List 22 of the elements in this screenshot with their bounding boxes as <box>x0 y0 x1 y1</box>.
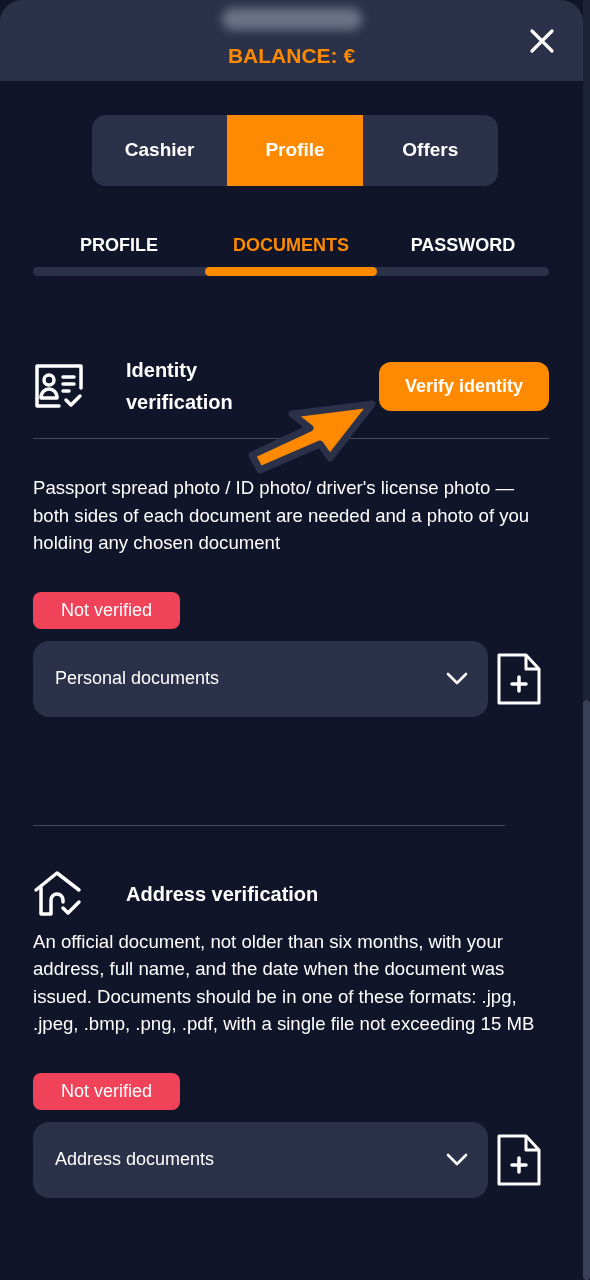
nav-tab[interactable]: Offers <box>362 115 498 186</box>
status-badge: Not verified <box>33 1072 181 1110</box>
close-icon <box>529 28 555 54</box>
tab[interactable]: DOCUMENTS <box>205 232 377 258</box>
description-text: Passport spread photo / ID photo/ driver's license photo — both sides of each document are needed and a photo of you holding any chosen document <box>33 476 531 555</box>
balance-label: BALANCE: € <box>226 43 357 69</box>
nav-tab[interactable]: Cashier <box>92 115 228 186</box>
document-dropdown[interactable]: Address documents <box>33 1121 488 1198</box>
chevron-down-icon <box>446 1152 468 1167</box>
id-card-icon <box>33 362 85 410</box>
close-button[interactable] <box>529 28 555 54</box>
tab[interactable]: PASSWORD <box>377 232 549 258</box>
chevron-down-icon <box>446 671 468 686</box>
add-file-icon[interactable] <box>497 652 541 705</box>
document-dropdown[interactable]: Personal documents <box>33 640 488 717</box>
section-title: Address verification <box>126 881 319 907</box>
description-text: An official document, not older than six months, with your address, full name, and the date when the document was issued. Documents should be in one of these formats: .jpg, .jpeg, .bmp, .png, .pdf, with a single file not exceeding 15 MB <box>33 929 536 1036</box>
scrollbar-thumb[interactable] <box>583 700 590 1280</box>
tab[interactable]: PROFILE <box>33 232 205 258</box>
add-file-icon[interactable] <box>497 1133 541 1186</box>
section-title: Identity verification <box>126 358 234 415</box>
status-badge: Not verified <box>33 591 181 629</box>
